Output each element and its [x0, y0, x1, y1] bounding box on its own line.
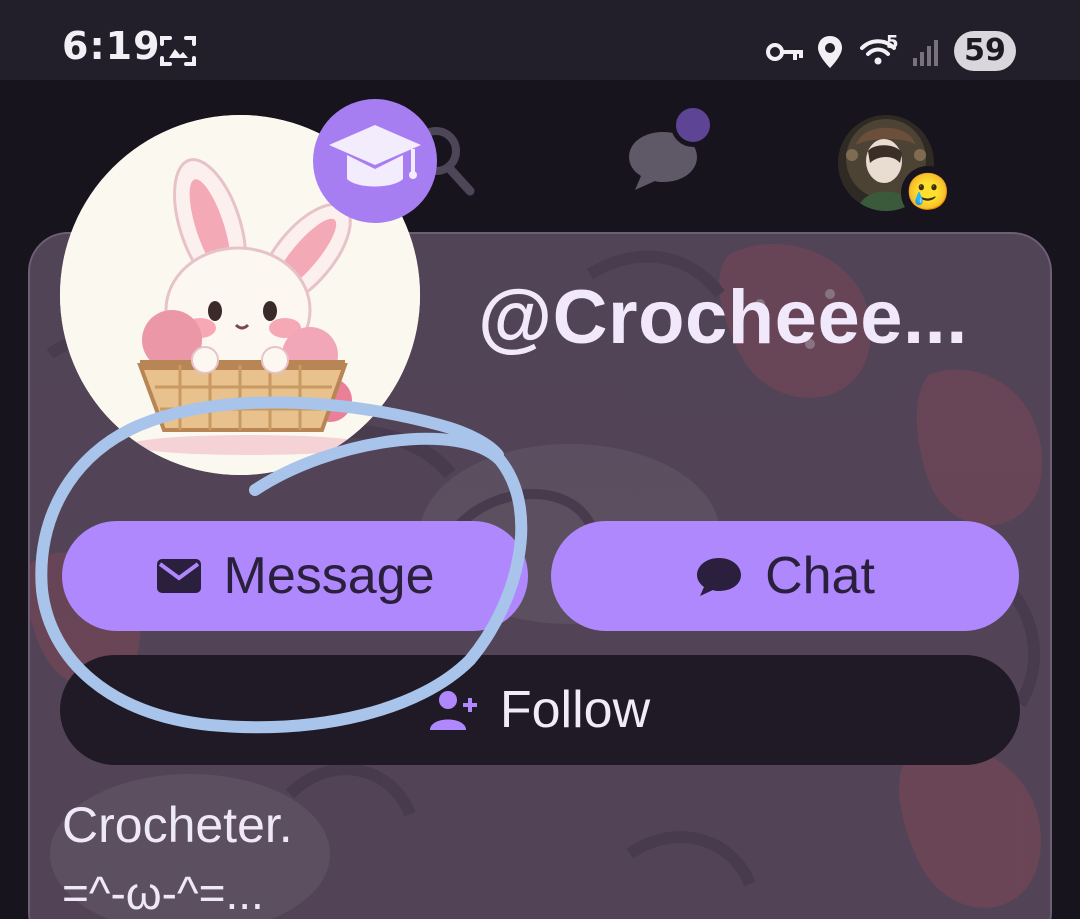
vpn-key-icon [766, 43, 803, 61]
profile-bio-continued: =^-ω-^=... [62, 867, 264, 919]
profile-bio: Crocheter. [62, 797, 293, 853]
emoji-label: 🥲 [905, 172, 951, 213]
graduation-cap-icon [329, 125, 421, 187]
profile-username: @Crocheee... [478, 275, 968, 360]
envelope-icon [156, 559, 201, 593]
chat-button[interactable]: Chat [551, 521, 1019, 631]
message-button-label: Message [223, 547, 435, 605]
notification-dot [671, 103, 715, 147]
education-badge [313, 99, 437, 223]
chat-icon [697, 558, 742, 596]
status-time: 6:19 [62, 24, 161, 68]
screenshot-icon [160, 36, 196, 66]
follow-button-label: Follow [499, 681, 651, 739]
follow-button[interactable]: Follow [60, 655, 1020, 765]
wifi-badge: 5 [886, 32, 899, 53]
add-user-icon [429, 691, 477, 730]
battery-icon: 59 [954, 31, 1016, 71]
profile-screen: 6:19 5 59 🥲 @Crocheee... Message Chat Fo… [0, 0, 1080, 919]
message-button[interactable]: Message [62, 521, 528, 631]
signal-icon [913, 40, 938, 66]
chat-button-label: Chat [765, 547, 875, 605]
location-icon [818, 36, 842, 68]
status-bar: 6:19 5 59 [0, 0, 1080, 80]
avatar-status-emoji: 🥲 [901, 166, 955, 220]
